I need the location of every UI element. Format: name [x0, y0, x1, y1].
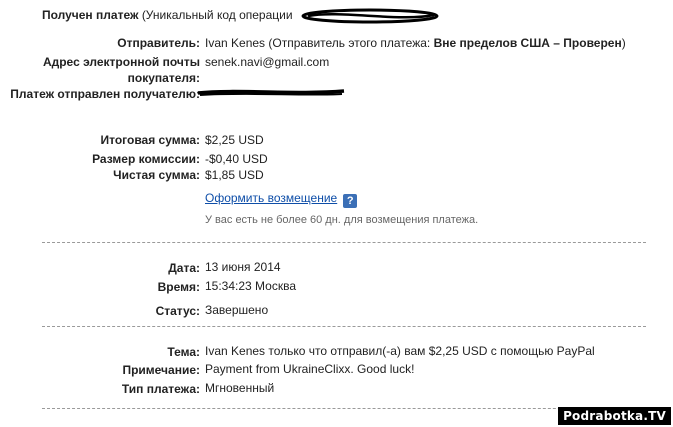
help-icon[interactable]: ?: [343, 194, 358, 208]
sender-value: Ivan Kenes (Отправитель этого платежа: В…: [205, 36, 626, 50]
date-label: Дата:: [168, 261, 200, 275]
fee-label: Размер комиссии:: [92, 152, 200, 166]
watermark: Podrabotka.TV: [558, 407, 671, 425]
payment-type-value: Мгновенный: [205, 381, 275, 395]
header-subtitle: (Уникальный код операции: [141, 8, 293, 22]
note-label: Примечание:: [122, 363, 200, 377]
total-amount-label: Итоговая сумма:: [100, 133, 200, 147]
net-amount-label: Чистая сумма:: [113, 168, 200, 182]
sender-label: Отправитель:: [117, 36, 200, 50]
subject-value: Ivan Kenes только что отправил(-а) вам $…: [205, 344, 595, 358]
date-value: 13 июня 2014: [205, 260, 281, 274]
buyer-email-label: Адрес электронной почты покупателя:: [42, 55, 200, 85]
sender-name: Ivan Kenes: [205, 36, 266, 50]
payment-type-label: Тип платежа:: [121, 382, 200, 396]
status-label: Статус:: [155, 304, 200, 318]
fee-value: -$0,40 USD: [205, 152, 268, 166]
sender-note-prefix: (Отправитель этого платежа:: [268, 36, 431, 50]
section-divider: [42, 408, 646, 409]
status-value: Завершено: [205, 303, 269, 317]
issue-refund-link[interactable]: Оформить возмещение: [205, 191, 337, 205]
transaction-header: Получен платеж (Уникальный код операции: [42, 8, 293, 22]
buyer-email-value: senek.navi@gmail.com: [205, 55, 330, 69]
net-amount-value: $1,85 USD: [205, 168, 264, 182]
recipient-label: Платеж отправлен получателю:: [10, 87, 200, 101]
section-divider: [42, 242, 646, 243]
note-value: Payment from UkraineClixx. Good luck!: [205, 362, 415, 376]
sender-note-suffix: ): [621, 36, 626, 50]
time-label: Время:: [157, 280, 200, 294]
subject-label: Тема:: [167, 345, 200, 359]
redaction-scribble-recipient: [197, 89, 345, 96]
header-title: Получен платеж: [42, 8, 139, 22]
redaction-scribble-transaction-id: [301, 8, 439, 24]
time-value: 15:34:23 Москва: [205, 279, 297, 293]
total-amount-value: $2,25 USD: [205, 133, 264, 147]
section-divider: [42, 326, 646, 327]
refund-row: Оформить возмещение?: [205, 191, 358, 208]
refund-note: У вас есть не более 60 дн. для возмещени…: [205, 214, 479, 226]
sender-verification-status: Вне пределов США – Проверен: [433, 36, 622, 50]
